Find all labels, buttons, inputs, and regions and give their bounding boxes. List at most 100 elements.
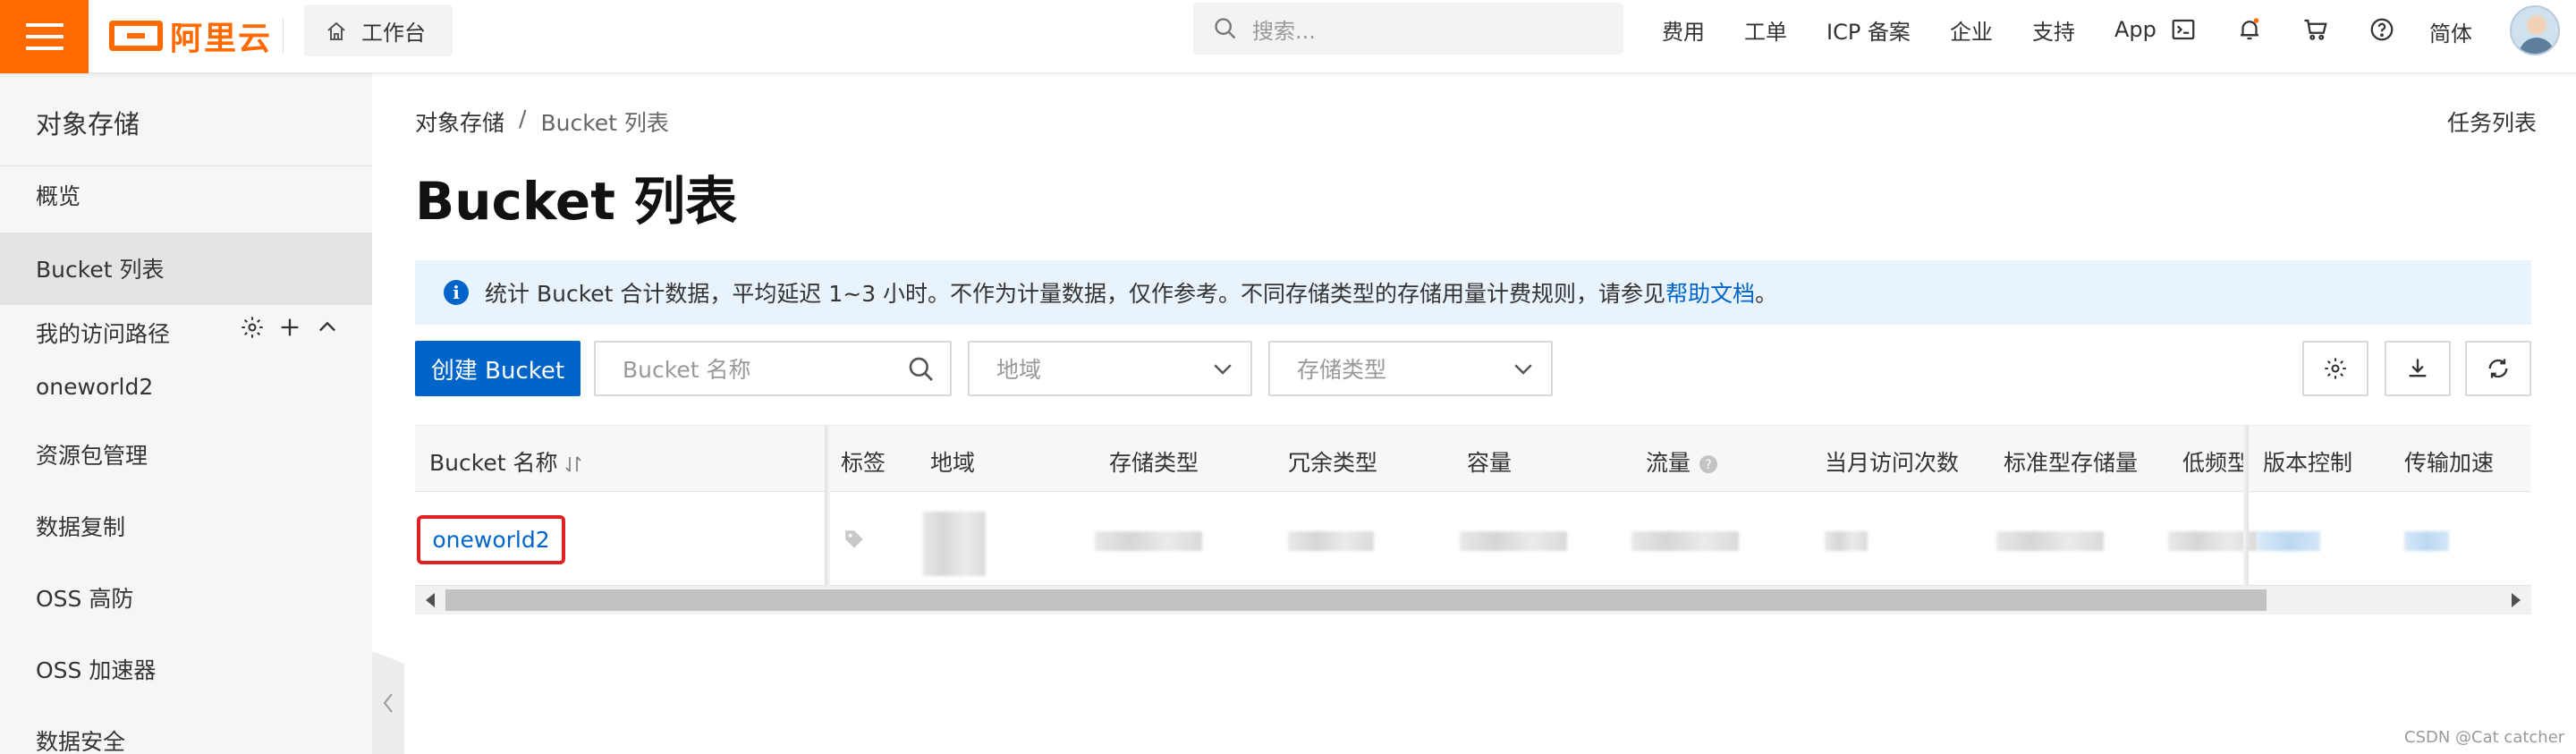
horizontal-scrollbar[interactable] xyxy=(415,586,2531,614)
avatar[interactable] xyxy=(2510,5,2560,55)
sidebar-item-oss-accelerator[interactable]: OSS 加速器 xyxy=(36,653,156,685)
workbench-label: 工作台 xyxy=(361,20,426,46)
redacted-region xyxy=(923,512,986,576)
watermark: CSDN @Cat catcher xyxy=(2404,728,2565,747)
top-bar: 阿里云 工作台 搜索... 费用 工单 ICP 备案 企业 支持 App 简体 xyxy=(0,0,2576,73)
chevron-up-icon[interactable] xyxy=(315,315,340,340)
logo-text: 阿里云 xyxy=(170,21,273,57)
download-button[interactable] xyxy=(2385,341,2451,396)
fixed-column-shadow xyxy=(825,426,830,587)
column-header-infrequent: 低频型 xyxy=(2182,450,2250,476)
workbench-button[interactable]: 工作台 xyxy=(304,4,453,56)
chevron-down-icon xyxy=(1510,355,1537,387)
help-icon[interactable] xyxy=(2368,16,2395,43)
search-input[interactable]: 搜索... xyxy=(1193,3,1623,55)
table-header: Bucket 名称 标签 地域 存储类型 冗余类型 容量 流量 ? 当月访问次数… xyxy=(415,426,2531,492)
bucket-name-placeholder: Bucket 名称 xyxy=(623,357,751,383)
sidebar-item-bucket-list[interactable]: Bucket 列表 xyxy=(36,252,164,284)
gear-icon xyxy=(2325,358,2346,379)
bucket-name-search-input[interactable]: Bucket 名称 xyxy=(594,341,952,396)
sort-icon[interactable] xyxy=(564,454,582,474)
language-switch[interactable]: 简体 xyxy=(2429,16,2472,47)
cart-icon[interactable] xyxy=(2302,16,2329,43)
question-icon[interactable]: ? xyxy=(1698,453,1719,475)
redacted-redundancy xyxy=(1288,531,1374,551)
sidebar-collapse-handle[interactable] xyxy=(372,651,404,754)
redacted-versioning xyxy=(2258,531,2320,551)
divider xyxy=(283,18,284,54)
sidebar-section-title: 我的访问路径 xyxy=(36,321,171,347)
download-icon xyxy=(2409,359,2427,377)
sidebar-item-data-security[interactable]: 数据安全 xyxy=(36,724,125,754)
bell-icon[interactable] xyxy=(2236,16,2263,43)
nav-enterprise[interactable]: 企业 xyxy=(1950,14,1993,46)
info-banner: i 统计 Bucket 合计数据，平均延迟 1~3 小时。不作为计量数据，仅作参… xyxy=(415,260,2531,325)
help-doc-link[interactable]: 帮助文档 xyxy=(1665,281,1755,307)
column-header-bucket-name[interactable]: Bucket 名称 xyxy=(429,445,582,478)
column-header-versioning: 版本控制 xyxy=(2263,450,2353,476)
divider xyxy=(0,165,372,166)
column-header-standard-storage: 标准型存储量 xyxy=(2004,450,2139,476)
info-icon: i xyxy=(444,280,469,305)
region-select[interactable]: 地域 xyxy=(968,341,1252,396)
nav-tickets[interactable]: 工单 xyxy=(1744,14,1787,46)
column-header-storage-type: 存储类型 xyxy=(1109,450,1199,476)
sidebar-item-data-replication[interactable]: 数据复制 xyxy=(36,510,125,542)
search-icon[interactable] xyxy=(907,355,936,389)
task-list-link[interactable]: 任务列表 xyxy=(2447,106,2537,138)
search-icon xyxy=(1215,18,1236,39)
column-header-region: 地域 xyxy=(930,450,976,476)
home-icon xyxy=(326,21,347,40)
nav-app[interactable]: App xyxy=(2114,17,2157,42)
bucket-table: Bucket 名称 标签 地域 存储类型 冗余类型 容量 流量 ? 当月访问次数… xyxy=(415,425,2531,587)
bucket-name-link[interactable]: oneworld2 xyxy=(417,515,565,564)
info-text: 统计 Bucket 合计数据，平均延迟 1~3 小时。不作为计量数据，仅作参考。… xyxy=(485,281,1666,307)
sidebar-item-overview[interactable]: 概览 xyxy=(36,179,80,211)
info-text-wrap: 统计 Bucket 合计数据，平均延迟 1~3 小时。不作为计量数据，仅作参考。… xyxy=(485,276,1777,309)
column-header-redundancy: 冗余类型 xyxy=(1288,450,1378,476)
terminal-icon[interactable] xyxy=(2170,16,2197,43)
scroll-left-icon[interactable] xyxy=(426,593,435,607)
redacted-standard-storage xyxy=(1996,531,2104,551)
redacted-storage-type xyxy=(1095,531,1202,551)
tag-icon[interactable] xyxy=(843,528,866,551)
redacted-acceleration xyxy=(2404,531,2449,551)
menu-icon[interactable] xyxy=(0,0,89,73)
breadcrumb-separator: / xyxy=(519,106,527,131)
column-header-traffic: 流量 ? xyxy=(1646,445,1719,478)
chevron-down-icon xyxy=(1209,355,1236,387)
column-header-acceleration: 传输加速 xyxy=(2404,450,2495,476)
scroll-right-icon[interactable] xyxy=(2512,593,2521,607)
nav-icp[interactable]: ICP 备案 xyxy=(1826,14,1911,46)
nav-support[interactable]: 支持 xyxy=(2032,14,2075,46)
settings-button[interactable] xyxy=(2302,341,2368,396)
toolbar: 创建 Bucket Bucket 名称 地域 存储类型 xyxy=(415,341,2531,396)
storage-type-placeholder: 存储类型 xyxy=(1297,357,1387,383)
column-header-capacity: 容量 xyxy=(1467,450,1513,476)
svg-text:?: ? xyxy=(1705,458,1711,472)
breadcrumb-item-current: Bucket 列表 xyxy=(540,110,669,136)
page-title: Bucket 列表 xyxy=(415,171,738,232)
aliyun-logo[interactable]: 阿里云 xyxy=(109,13,272,59)
top-icons xyxy=(2170,0,2395,59)
divider xyxy=(0,304,372,305)
column-header-label: 流量 xyxy=(1646,450,1691,476)
nav-billing[interactable]: 费用 xyxy=(1662,14,1705,46)
sidebar-item-oneworld2[interactable]: oneworld2 xyxy=(36,374,153,400)
plus-icon[interactable] xyxy=(277,315,302,340)
scrollbar-thumb[interactable] xyxy=(445,589,2267,611)
create-bucket-button[interactable]: 创建 Bucket xyxy=(415,341,580,396)
breadcrumb-item-oss[interactable]: 对象存储 xyxy=(415,106,504,138)
sidebar: 对象存储 概览 Bucket 列表 我的访问路径 oneworld2 资源包管理… xyxy=(0,73,372,754)
sidebar-section-tools xyxy=(240,315,340,340)
fixed-column-shadow-right xyxy=(2243,426,2249,587)
gear-icon[interactable] xyxy=(240,315,265,340)
sidebar-item-resource-packages[interactable]: 资源包管理 xyxy=(36,438,148,470)
refresh-button[interactable] xyxy=(2465,341,2531,396)
storage-type-select[interactable]: 存储类型 xyxy=(1268,341,1553,396)
breadcrumb: 对象存储 / Bucket 列表 xyxy=(415,106,669,138)
sidebar-item-oss-ddos[interactable]: OSS 高防 xyxy=(36,581,133,614)
chevron-left-icon xyxy=(383,692,393,713)
logo-mark-icon xyxy=(109,21,163,51)
column-header-tags: 标签 xyxy=(841,450,886,476)
